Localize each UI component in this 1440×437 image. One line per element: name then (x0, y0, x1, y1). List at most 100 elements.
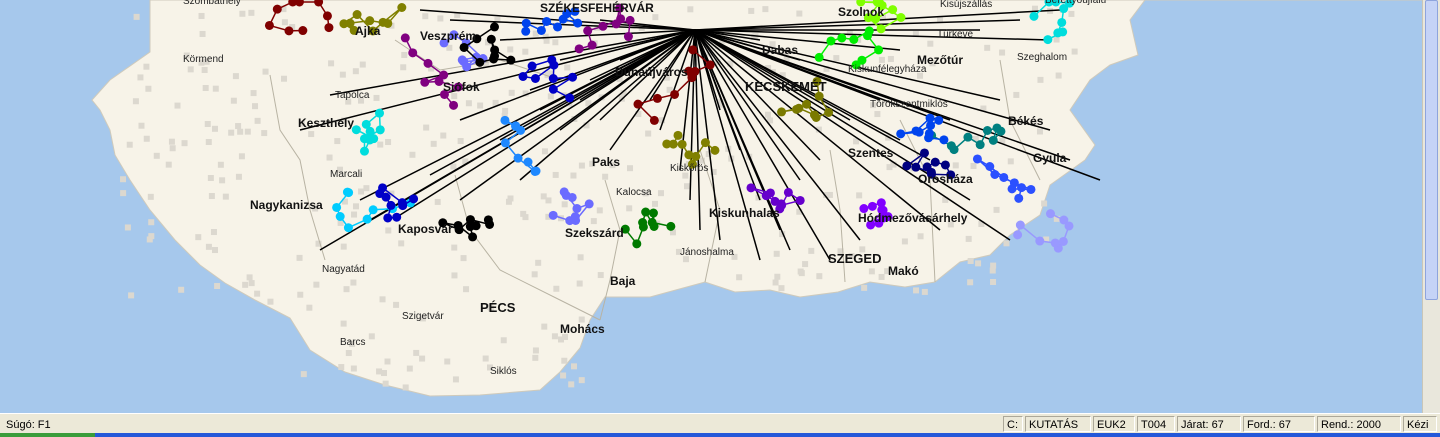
route-stop[interactable] (791, 104, 801, 114)
route-stop[interactable] (1050, 238, 1060, 248)
route-stop[interactable] (670, 89, 680, 99)
route-stop[interactable] (641, 207, 651, 217)
route-stop[interactable] (343, 223, 353, 233)
route-stop[interactable] (572, 203, 582, 213)
route-stop[interactable] (1057, 17, 1067, 27)
route-stop[interactable] (919, 148, 929, 158)
route-stop[interactable] (272, 4, 282, 14)
route-stop[interactable] (684, 150, 694, 160)
route-stop[interactable] (632, 239, 642, 249)
route-stop[interactable] (896, 129, 906, 139)
route-stop[interactable] (527, 61, 537, 71)
route-stop[interactable] (1014, 193, 1024, 203)
route-stop[interactable] (925, 113, 935, 123)
route-stop[interactable] (1015, 220, 1025, 230)
route-stop[interactable] (542, 17, 552, 27)
route-stop[interactable] (1029, 11, 1039, 21)
route-stop[interactable] (511, 121, 521, 131)
route-stop[interactable] (616, 14, 626, 24)
route-stop[interactable] (465, 215, 475, 225)
route-stop[interactable] (530, 74, 540, 84)
route-stop[interactable] (400, 33, 410, 43)
route-stop[interactable] (988, 135, 998, 145)
route-stop[interactable] (867, 201, 877, 211)
route-stop[interactable] (558, 14, 568, 24)
route-stop[interactable] (368, 205, 378, 215)
route-stop[interactable] (521, 18, 531, 28)
route-stop[interactable] (876, 24, 886, 34)
route-stop[interactable] (647, 217, 657, 227)
route-stop[interactable] (638, 217, 648, 227)
route-stop[interactable] (837, 33, 847, 43)
route-stop[interactable] (802, 99, 812, 109)
route-stop[interactable] (335, 212, 345, 222)
route-stop[interactable] (392, 212, 402, 222)
route-stop[interactable] (975, 140, 985, 150)
route-stop[interactable] (649, 115, 659, 125)
route-stop[interactable] (574, 44, 584, 54)
route-stop[interactable] (549, 60, 559, 70)
route-stop[interactable] (565, 216, 575, 226)
route-stop[interactable] (783, 187, 793, 197)
route-stop[interactable] (809, 110, 819, 120)
route-stop[interactable] (284, 26, 294, 36)
route-stop[interactable] (652, 93, 662, 103)
route-stop[interactable] (489, 54, 499, 64)
route-stop[interactable] (359, 134, 369, 144)
route-stop[interactable] (633, 99, 643, 109)
route-stop[interactable] (559, 187, 569, 197)
route-stop[interactable] (939, 135, 949, 145)
route-stop[interactable] (352, 10, 362, 20)
route-stop[interactable] (324, 23, 334, 33)
route-stop[interactable] (423, 58, 433, 68)
route-stop[interactable] (513, 153, 523, 163)
route-stop[interactable] (409, 194, 419, 204)
route-stop[interactable] (710, 145, 720, 155)
route-stop[interactable] (930, 157, 940, 167)
route-stop[interactable] (924, 128, 934, 138)
route-stop[interactable] (298, 26, 308, 36)
route-stop[interactable] (1064, 221, 1074, 231)
route-stop[interactable] (362, 214, 372, 224)
route-stop[interactable] (439, 70, 449, 80)
route-stop[interactable] (548, 84, 558, 94)
route-stop[interactable] (483, 215, 493, 225)
route-stop[interactable] (972, 154, 982, 164)
route-stop[interactable] (459, 42, 469, 52)
route-stop[interactable] (985, 161, 995, 171)
route-stop[interactable] (565, 93, 575, 103)
route-stop[interactable] (490, 45, 500, 55)
route-stop[interactable] (536, 25, 546, 35)
route-stop[interactable] (383, 213, 393, 223)
route-stop[interactable] (666, 221, 676, 231)
route-stop[interactable] (583, 26, 593, 36)
route-stop[interactable] (553, 22, 563, 32)
route-stop[interactable] (765, 188, 775, 198)
route-stop[interactable] (963, 132, 973, 142)
route-stop[interactable] (506, 55, 516, 65)
route-stop[interactable] (999, 172, 1009, 182)
route-stop[interactable] (397, 3, 407, 13)
route-stop[interactable] (518, 71, 528, 81)
route-stop[interactable] (322, 11, 332, 21)
route-stop[interactable] (584, 199, 594, 209)
route-stop[interactable] (521, 26, 531, 36)
route-stop[interactable] (992, 123, 1002, 133)
route-stop[interactable] (826, 36, 836, 46)
route-stop[interactable] (876, 198, 886, 208)
route-stop[interactable] (668, 139, 678, 149)
route-stop[interactable] (1026, 184, 1036, 194)
route-stop[interactable] (1035, 236, 1045, 246)
route-stop[interactable] (500, 138, 510, 148)
route-stop[interactable] (690, 66, 700, 76)
start-button[interactable] (0, 433, 95, 437)
vertical-scrollbar[interactable] (1422, 0, 1440, 413)
route-stop[interactable] (677, 139, 687, 149)
route-stop[interactable] (688, 45, 698, 55)
route-stop[interactable] (386, 200, 396, 210)
route-stop[interactable] (375, 125, 385, 135)
route-stop[interactable] (648, 208, 658, 218)
route-stop[interactable] (914, 127, 924, 137)
route-stop[interactable] (700, 138, 710, 148)
route-stop[interactable] (459, 57, 469, 67)
